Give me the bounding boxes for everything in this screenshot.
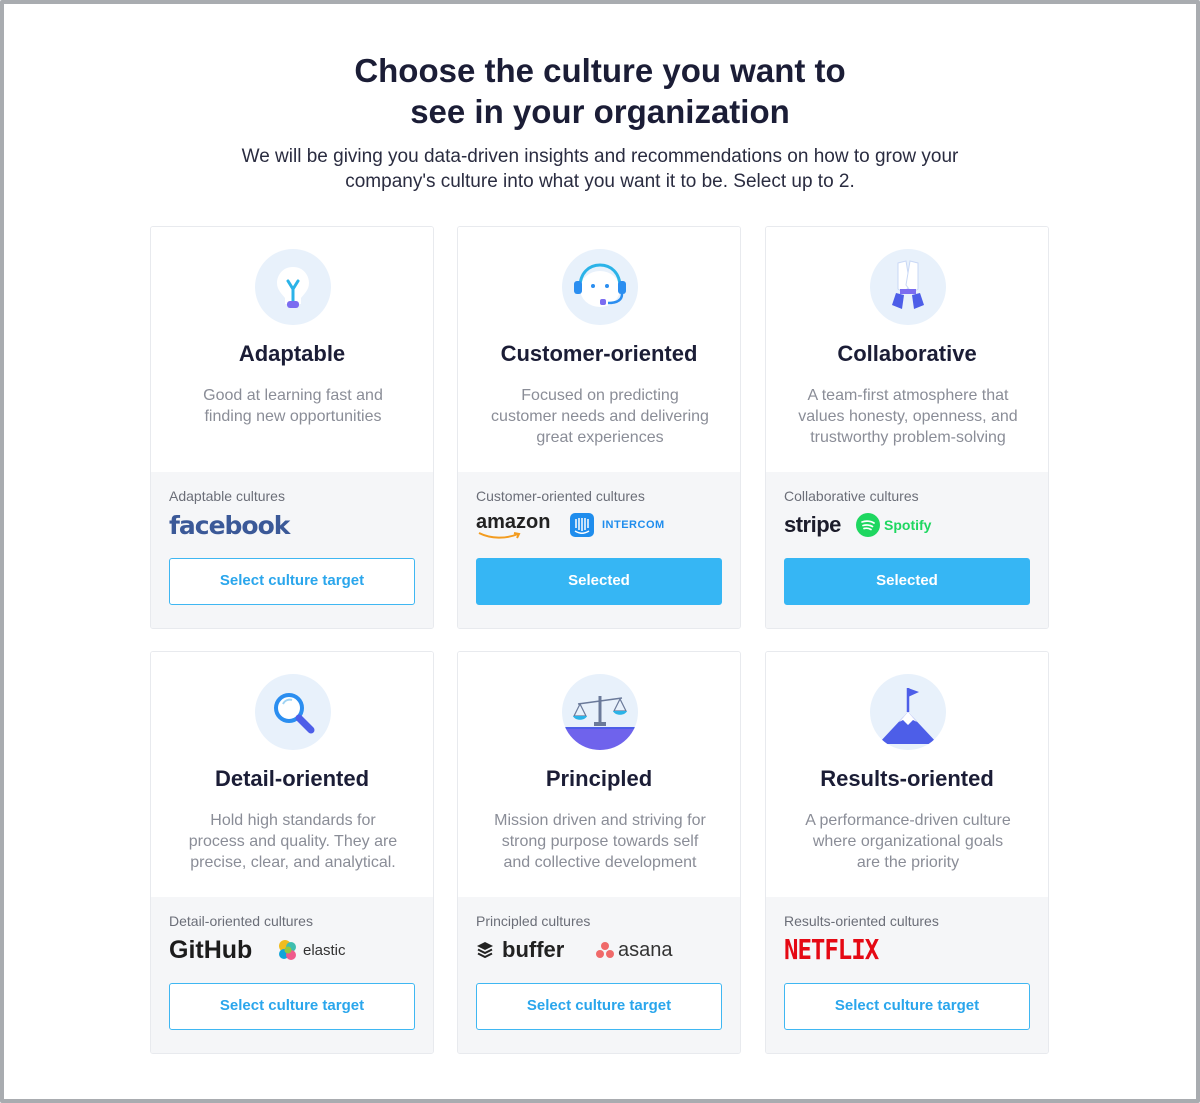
example-logos: stripe Spotify [784, 509, 1034, 541]
card-top: Results-oriented A performance-driven cu… [766, 652, 1048, 897]
examples-label: Customer-oriented cultures [476, 488, 645, 504]
netflix-logo: NETFLIX [784, 933, 879, 967]
spotify-logo-text: Spotify [884, 517, 932, 533]
card-title: Principled [545, 766, 653, 791]
card-description: A team-first atmosphere that values hone… [780, 385, 1036, 448]
card-description-line: A performance-driven culture [805, 812, 1011, 829]
page-title: Choose the culture you want to see in yo… [0, 50, 1200, 132]
select-culture-target-button[interactable]: Select culture target [476, 983, 722, 1030]
card-description-line: Mission driven and striving for [494, 812, 706, 829]
stripe-logo-text: stripe [784, 512, 841, 537]
elastic-logo: elastic [277, 934, 346, 966]
lightbulb-icon [255, 249, 331, 325]
select-culture-target-button[interactable]: Select culture target [169, 983, 415, 1030]
buffer-logo: buffer [476, 934, 564, 966]
card-top: Customer-oriented Focused on predicting … [458, 227, 740, 472]
card-title: Collaborative [837, 341, 977, 366]
culture-card-adaptable[interactable]: Adaptable Good at learning fast and find… [150, 226, 434, 629]
spotify-logo: Spotify [856, 509, 931, 541]
card-description-line: precise, clear, and analytical. [190, 854, 396, 871]
scales-icon [562, 674, 638, 750]
card-description: Good at learning fast and finding new op… [165, 385, 421, 427]
examples-label: Adaptable cultures [169, 488, 285, 504]
asana-logo-text: asana [618, 938, 673, 961]
card-description: A performance-driven culture where organ… [780, 810, 1036, 873]
card-description-line: where organizational goals [812, 833, 1004, 850]
culture-card-results-oriented[interactable]: Results-oriented A performance-driven cu… [765, 651, 1049, 1054]
mountain-flag-icon [870, 674, 946, 750]
card-description-line: are the priority [856, 854, 960, 871]
card-top: Adaptable Good at learning fast and find… [151, 227, 433, 472]
culture-card-customer-oriented[interactable]: Customer-oriented Focused on predicting … [457, 226, 741, 629]
card-description-line: values honesty, openness, and [798, 408, 1018, 425]
card-description-line: process and quality. They are [188, 833, 398, 850]
page-title-line-1: Choose the culture you want to [354, 52, 846, 89]
examples-label: Detail-oriented cultures [169, 913, 313, 929]
headset-icon [562, 249, 638, 325]
intercom-logo-text: INTERCOM [602, 519, 665, 531]
examples-label: Results-oriented cultures [784, 913, 939, 929]
intercom-icon [570, 513, 594, 537]
card-description: Mission driven and striving for strong p… [472, 810, 728, 873]
magnifier-icon [255, 674, 331, 750]
amazon-logo-text: amazon [476, 510, 551, 533]
intercom-logo: INTERCOM [570, 509, 665, 541]
examples-label: Principled cultures [476, 913, 591, 929]
amazon-smile-icon [478, 531, 521, 539]
selected-button[interactable]: Selected [476, 558, 722, 605]
select-culture-target-button[interactable]: Select culture target [784, 983, 1030, 1030]
culture-card-collaborative[interactable]: Collaborative A team-first atmosphere th… [765, 226, 1049, 629]
card-top: Detail-oriented Hold high standards for … [151, 652, 433, 897]
asana-icon [596, 941, 614, 959]
card-description-line: A team-first atmosphere that [807, 387, 1009, 404]
example-logos: amazon INTERCOM [476, 509, 726, 541]
page-subtitle: We will be giving you data-driven insigh… [200, 144, 1000, 194]
card-description-line: and collective development [503, 854, 697, 871]
card-description: Focused on predicting customer needs and… [472, 385, 728, 448]
example-logos: NETFLIX [784, 934, 1034, 966]
github-logo-text: GitHub [169, 935, 253, 964]
card-top: Collaborative A team-first atmosphere th… [766, 227, 1048, 472]
card-top: Principled Mission driven and striving f… [458, 652, 740, 897]
example-logos: buffer asana [476, 934, 726, 966]
asana-logo: asana [596, 934, 673, 966]
card-description-line: Focused on predicting [521, 387, 679, 404]
card-description-line: Good at learning fast and [203, 387, 383, 404]
stripe-logo: stripe [784, 509, 841, 541]
card-description-line: Hold high standards for [210, 812, 376, 829]
example-logos: facebook [169, 509, 419, 541]
facebook-logo-text: facebook [169, 510, 290, 540]
github-logo: GitHub [169, 934, 252, 966]
page-subtitle-line-2: company's culture into what you want it … [345, 171, 855, 192]
card-title: Results-oriented [820, 766, 994, 791]
card-description-line: strong purpose towards self [501, 833, 699, 850]
elastic-logo-text: elastic [303, 941, 346, 959]
card-description-line: great experiences [536, 429, 664, 446]
selected-button[interactable]: Selected [784, 558, 1030, 605]
buffer-icon [476, 941, 494, 959]
page-subtitle-line-1: We will be giving you data-driven insigh… [241, 146, 959, 167]
card-description-line: finding new opportunities [204, 408, 382, 425]
card-description-line: trustworthy problem-solving [810, 429, 1006, 446]
card-description: Hold high standards for process and qual… [165, 810, 421, 873]
card-title: Customer-oriented [500, 341, 698, 366]
high-five-icon [870, 249, 946, 325]
culture-card-detail-oriented[interactable]: Detail-oriented Hold high standards for … [150, 651, 434, 1054]
page-title-line-2: see in your organization [410, 93, 790, 130]
spotify-icon [856, 513, 880, 537]
elastic-icon [277, 939, 299, 961]
buffer-logo-text: buffer [502, 937, 565, 962]
example-logos: GitHub elastic [169, 934, 419, 966]
facebook-logo: facebook [169, 509, 290, 541]
netflix-logo-text: NETFLIX [784, 933, 879, 967]
select-culture-target-button[interactable]: Select culture target [169, 558, 415, 605]
card-description-line: customer needs and delivering [491, 408, 709, 425]
card-title: Adaptable [238, 341, 346, 366]
card-title: Detail-oriented [214, 766, 370, 791]
culture-card-principled[interactable]: Principled Mission driven and striving f… [457, 651, 741, 1054]
amazon-logo: amazon [476, 509, 550, 541]
examples-label: Collaborative cultures [784, 488, 919, 504]
